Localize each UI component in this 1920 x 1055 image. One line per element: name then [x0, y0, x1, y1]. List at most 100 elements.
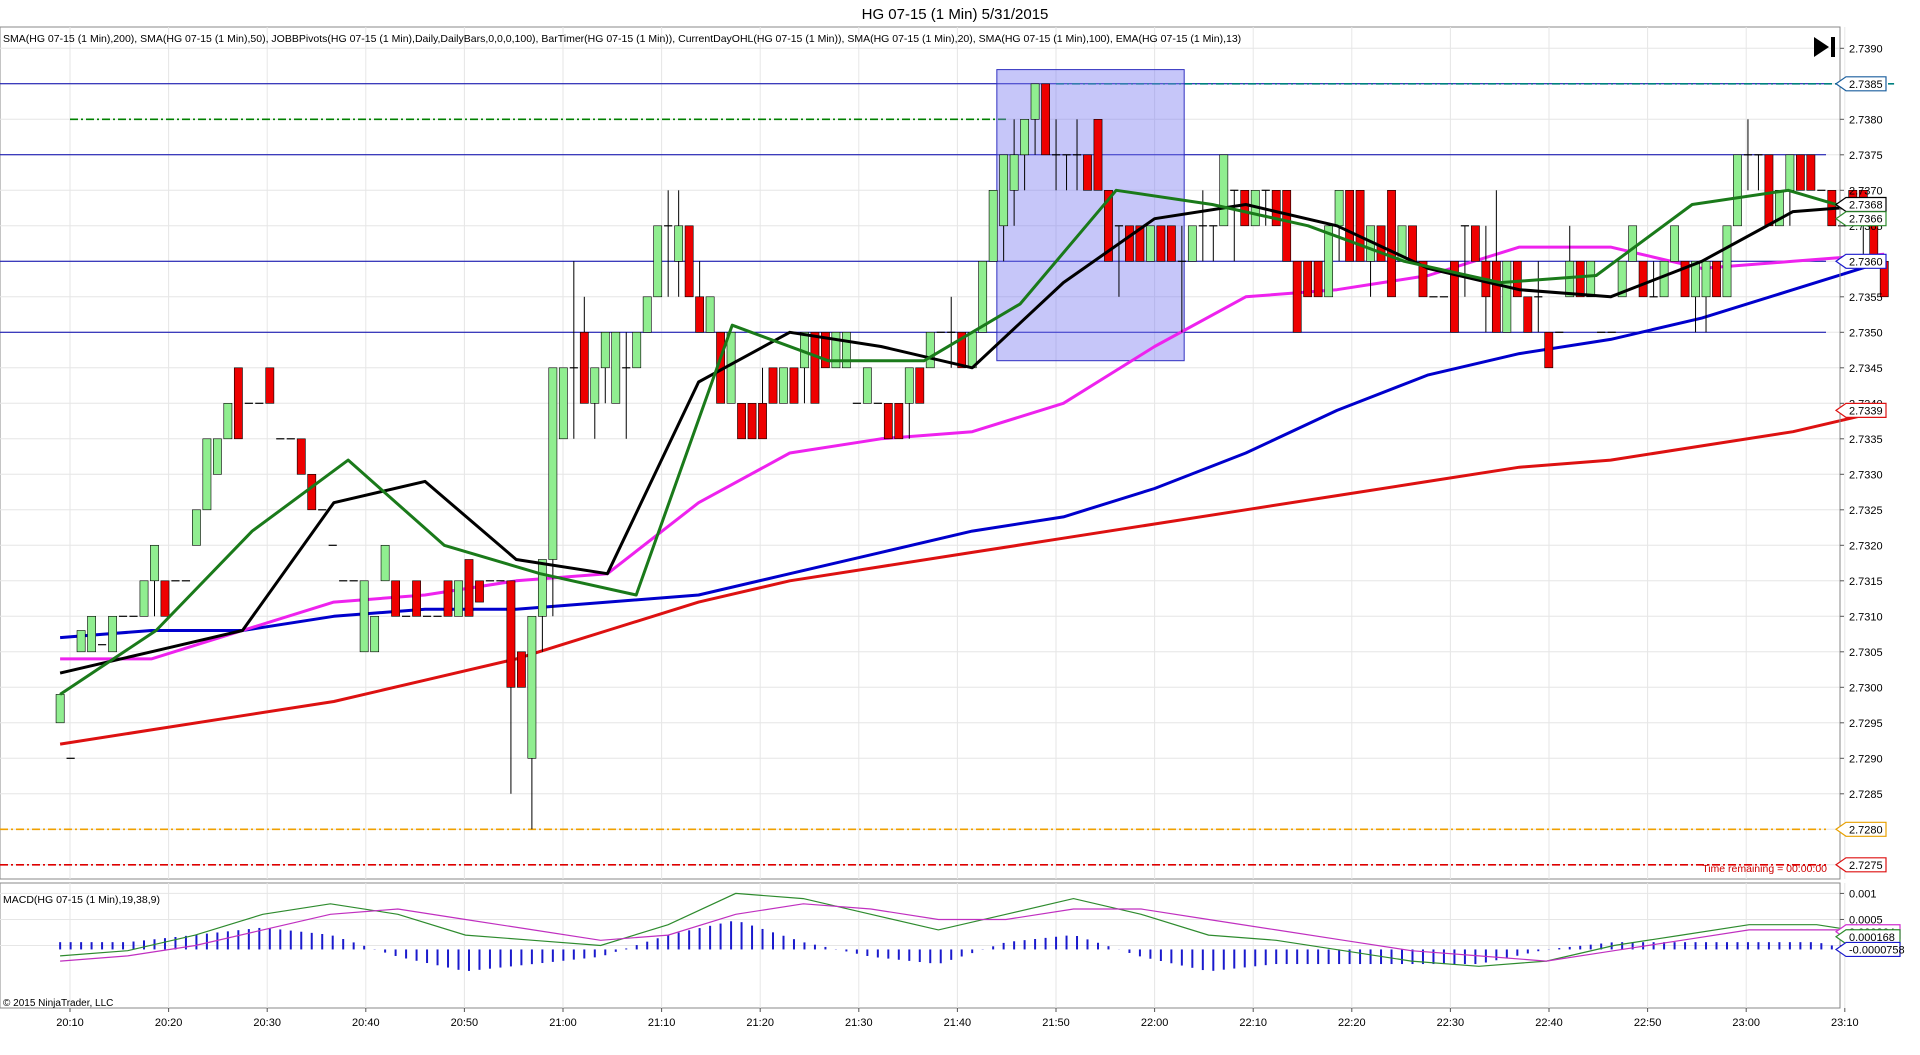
candle-body [1156, 225, 1166, 262]
candle-body [1628, 225, 1638, 262]
candle-body [590, 367, 600, 404]
candle-body [1712, 260, 1721, 298]
candle-body [1785, 154, 1795, 191]
candle-body [1806, 154, 1816, 191]
candle-body [1575, 260, 1585, 298]
y-tick-label: 2.7290 [1849, 753, 1883, 765]
candle-body [307, 473, 317, 511]
candle-body [1020, 119, 1029, 156]
x-tick-label: 22:00 [1141, 1017, 1169, 1029]
x-tick-label: 22:30 [1437, 1017, 1465, 1029]
price-axis[interactable]: 2.73902.73852.73802.73752.73702.73652.73… [1839, 27, 1883, 879]
candle-body [1691, 260, 1700, 298]
candle-body [1093, 119, 1103, 191]
candle-body [904, 367, 914, 404]
candle-body [1292, 260, 1302, 333]
candle-body [265, 367, 275, 404]
macd-label: MACD(HG 07-15 (1 Min),19,38,9) [3, 894, 160, 906]
candle-body [1670, 225, 1679, 262]
macd-y-tick-label: 0.001 [1849, 888, 1877, 900]
y-tick-label: 2.7310 [1849, 611, 1883, 623]
candle-body [1303, 260, 1313, 298]
candle-body [988, 190, 998, 262]
candle-body [139, 580, 149, 617]
candle-body [1187, 225, 1197, 262]
candle-body [548, 367, 558, 560]
candle-body [967, 331, 977, 369]
candle-body [1659, 260, 1669, 298]
candle-body [537, 559, 547, 617]
candle-body [653, 225, 663, 298]
candle-body [1125, 225, 1134, 262]
x-tick-label: 21:30 [845, 1017, 873, 1029]
y-tick-label: 2.7355 [1849, 292, 1883, 304]
candle-body [1586, 260, 1596, 298]
macd-markers: 0.0002640.000168-0.0000758 [1834, 924, 1905, 958]
candle-body [87, 615, 96, 653]
macd-panel[interactable] [0, 882, 1886, 1009]
price-marker-label: 2.7275 [1849, 860, 1883, 872]
candle-body [233, 367, 243, 440]
candle-body [705, 296, 715, 333]
x-tick-label: 20:20 [155, 1017, 183, 1029]
candle-body [1638, 260, 1648, 298]
time-axis[interactable]: 20:10 20:20 20:30 20:40 20:50 21:00 21:10 21:20… [56, 1008, 1859, 1029]
candle-body [600, 331, 610, 369]
candle-body [108, 615, 117, 653]
candle-body [391, 580, 400, 617]
candle-body [789, 367, 799, 404]
candle-body [150, 544, 159, 582]
candle-body [999, 154, 1009, 227]
x-tick-label: 21:20 [746, 1017, 774, 1029]
price-marker-label: 2.7366 [1849, 214, 1883, 226]
candle-body [359, 580, 369, 653]
price-panel[interactable] [0, 26, 1895, 880]
x-tick-label: 23:00 [1732, 1017, 1760, 1029]
price-marker-label: 2.7385 [1849, 79, 1883, 91]
y-tick-label: 2.7295 [1849, 718, 1883, 730]
candle-body [1282, 190, 1292, 262]
candle-body [1219, 154, 1229, 227]
copyright: © 2015 NinjaTrader, LLC [3, 998, 113, 1009]
candle-body [380, 544, 390, 582]
price-marker-label: 2.7360 [1849, 256, 1883, 268]
candle-body [810, 331, 820, 404]
candle-body [1240, 190, 1250, 227]
x-tick-label: 20:40 [352, 1017, 380, 1029]
price-marker-label: 2.7339 [1849, 405, 1883, 417]
price-marker-label: 2.7368 [1849, 200, 1883, 212]
x-tick-label: 21:10 [648, 1017, 676, 1029]
x-tick-label: 22:20 [1338, 1017, 1366, 1029]
candle-body [1355, 190, 1365, 262]
candle-body [726, 331, 736, 404]
y-tick-label: 2.7390 [1849, 43, 1883, 55]
chart-canvas[interactable]: HG 07-15 (1 Min) 5/31/2015 SMA(HG 07-15 … [0, 0, 1920, 1055]
candle-body [412, 580, 421, 617]
candle-body [55, 694, 65, 724]
y-tick-label: 2.7305 [1849, 647, 1883, 659]
candle-body [1166, 225, 1176, 262]
y-tick-label: 2.7285 [1849, 789, 1883, 801]
x-tick-label: 20:10 [56, 1017, 84, 1029]
candle-body [1345, 190, 1354, 262]
y-tick-label: 2.7315 [1849, 576, 1883, 588]
y-tick-label: 2.7330 [1849, 469, 1883, 481]
candle-body [443, 580, 453, 617]
y-tick-label: 2.7345 [1849, 363, 1883, 375]
price-marker-label: 2.7280 [1849, 824, 1883, 836]
candle-body [1795, 154, 1805, 191]
candle-body [1512, 260, 1522, 298]
candle-body [894, 402, 904, 440]
candle-body [1030, 83, 1040, 120]
candle-body [925, 331, 935, 369]
candle-body [695, 296, 705, 333]
candle-body [1313, 260, 1323, 298]
candle-body [1083, 154, 1092, 191]
candle-body [674, 225, 684, 262]
candle-body [1471, 225, 1480, 262]
y-tick-label: 2.7350 [1849, 327, 1883, 339]
x-tick-label: 22:40 [1535, 1017, 1563, 1029]
candle-body [978, 260, 988, 333]
candle-body [558, 367, 568, 440]
x-tick-label: 21:00 [549, 1017, 577, 1029]
